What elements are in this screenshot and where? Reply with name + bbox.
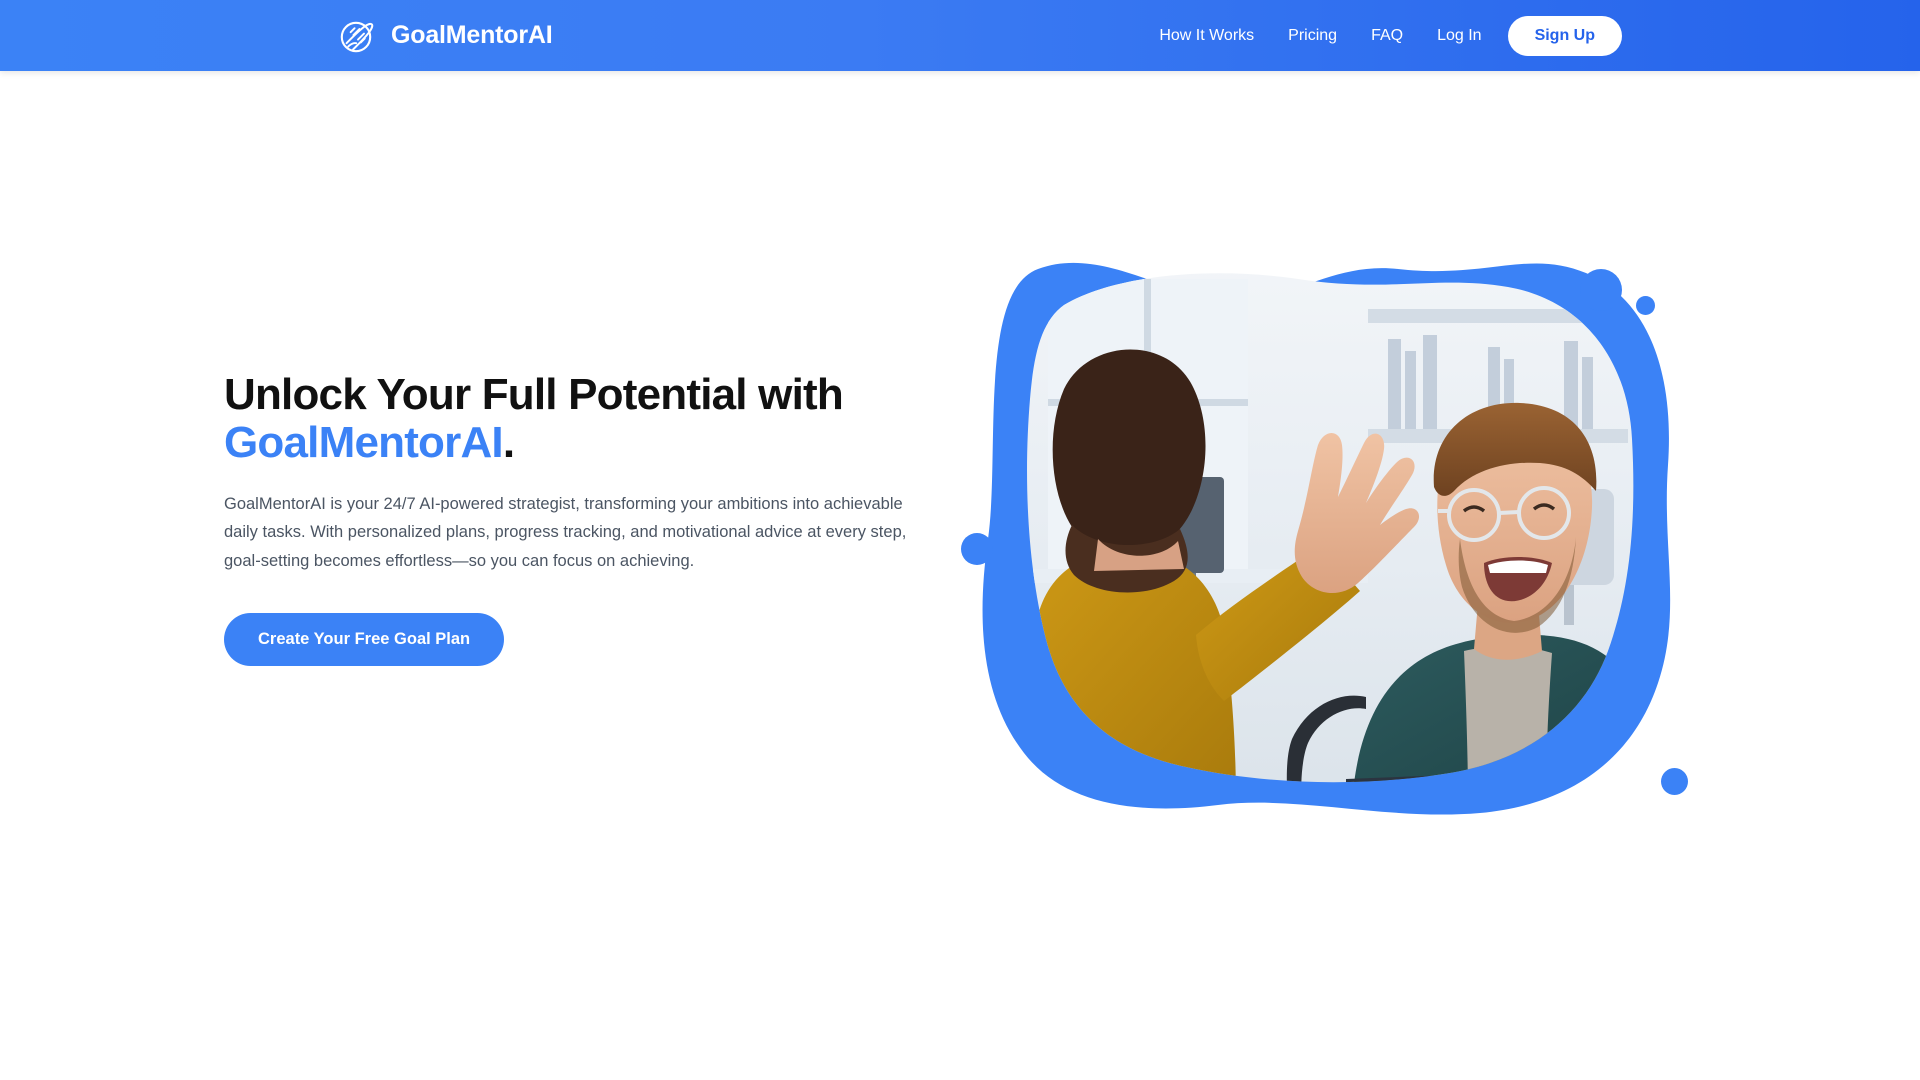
rocket-planet-icon: [336, 15, 378, 57]
nav-link-how-it-works[interactable]: How It Works: [1159, 19, 1254, 53]
main-navigation: How It Works Pricing FAQ Log In Sign Up: [1159, 15, 1622, 56]
hero-copy: Unlock Your Full Potential with GoalMent…: [224, 370, 924, 666]
decorative-dot-large-top-right: [1580, 269, 1622, 311]
site-header: GoalMentorAI How It Works Pricing FAQ Lo…: [0, 0, 1920, 71]
hero-title-accent: GoalMentorAI: [224, 418, 504, 468]
nav-link-faq[interactable]: FAQ: [1371, 19, 1403, 53]
hero-title: Unlock Your Full Potential with GoalMent…: [224, 370, 924, 468]
brand-name: GoalMentorAI: [391, 21, 553, 49]
sign-up-button[interactable]: Sign Up: [1507, 15, 1622, 56]
nav-link-log-in[interactable]: Log In: [1437, 19, 1481, 53]
section-goal-achievement: Goal Achievement, Tailored Just for You …: [0, 771, 1920, 1080]
create-free-goal-plan-button[interactable]: Create Your Free Goal Plan: [224, 612, 505, 666]
hero-visual: [961, 239, 1690, 819]
nav-link-pricing[interactable]: Pricing: [1288, 19, 1337, 53]
brand-logo[interactable]: GoalMentorAI: [336, 15, 553, 57]
hero-section: Unlock Your Full Potential with GoalMent…: [0, 71, 1920, 815]
hero-title-line1: Unlock Your Full Potential with: [224, 370, 844, 419]
hero-title-period: .: [502, 418, 515, 468]
hero-blob-image: [968, 239, 1690, 819]
decorative-dot-left: [961, 533, 993, 565]
hero-paragraph: GoalMentorAI is your 24/7 AI-powered str…: [224, 494, 907, 570]
decorative-dot-small-top-right: [1636, 296, 1655, 315]
